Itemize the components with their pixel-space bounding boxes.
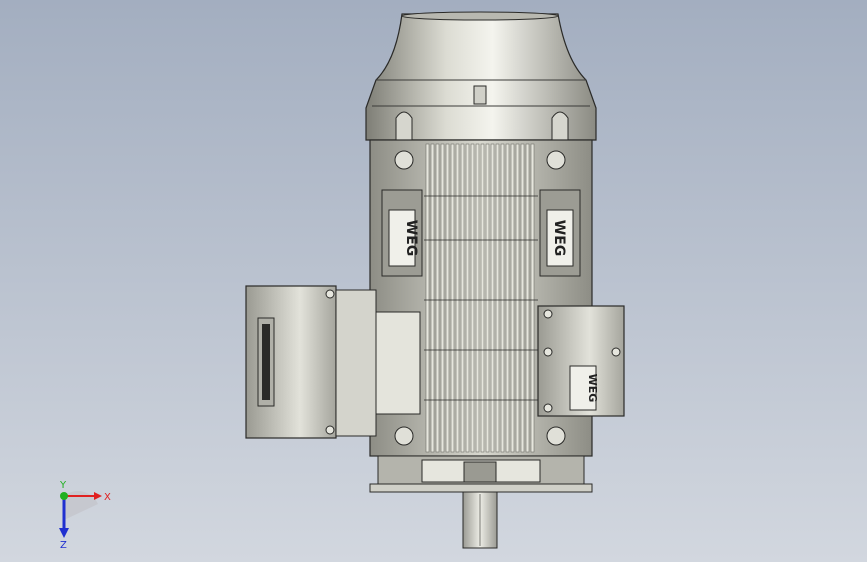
z-axis-arrow	[59, 528, 69, 538]
x-axis-label: X	[104, 492, 111, 503]
cooling-fin	[440, 143, 445, 453]
motor-shaft[interactable]	[462, 491, 498, 549]
y-axis-label: Y	[59, 480, 67, 491]
nameplate-left: WEG	[388, 209, 419, 267]
coordinate-triad: X Y Z	[59, 480, 111, 550]
cooling-fin	[445, 143, 450, 453]
cooling-fin	[495, 143, 500, 453]
terminal-box-right[interactable]: WEG	[537, 305, 625, 417]
cooling-fin	[430, 143, 435, 453]
cooling-fin	[480, 143, 485, 453]
cooling-fin	[460, 143, 465, 453]
cooling-fin	[450, 143, 455, 453]
cooling-fin	[520, 143, 525, 453]
cooling-fin	[525, 143, 530, 453]
cooling-fin	[485, 143, 490, 453]
motor-3d-model[interactable]: WEG WEG WEG	[0, 0, 867, 562]
cooling-fin	[510, 143, 515, 453]
cooling-fins	[424, 143, 538, 453]
cooling-fin	[515, 143, 520, 453]
z-axis-label: Z	[60, 540, 67, 550]
cooling-fin	[435, 143, 440, 453]
cooling-fin	[425, 143, 430, 453]
nameplate-left-text: WEG	[403, 220, 419, 257]
cooling-fin	[455, 143, 460, 453]
y-axis-marker	[60, 492, 68, 500]
cooling-fin	[465, 143, 470, 453]
terminal-box-right-text: WEG	[586, 374, 599, 403]
cooling-fin	[500, 143, 505, 453]
cooling-fin	[475, 143, 480, 453]
cooling-fin	[505, 143, 510, 453]
nameplate-right-text: WEG	[551, 220, 567, 257]
cooling-fin	[470, 143, 475, 453]
graphics-viewport[interactable]: WEG WEG WEG X Y Z	[0, 0, 867, 562]
cooling-fin	[490, 143, 495, 453]
end-shield[interactable]	[369, 455, 593, 493]
cooling-fin	[530, 143, 535, 453]
x-axis-arrow	[94, 492, 102, 500]
fan-cowl[interactable]	[365, 11, 597, 141]
nameplate-right: WEG	[546, 209, 574, 267]
